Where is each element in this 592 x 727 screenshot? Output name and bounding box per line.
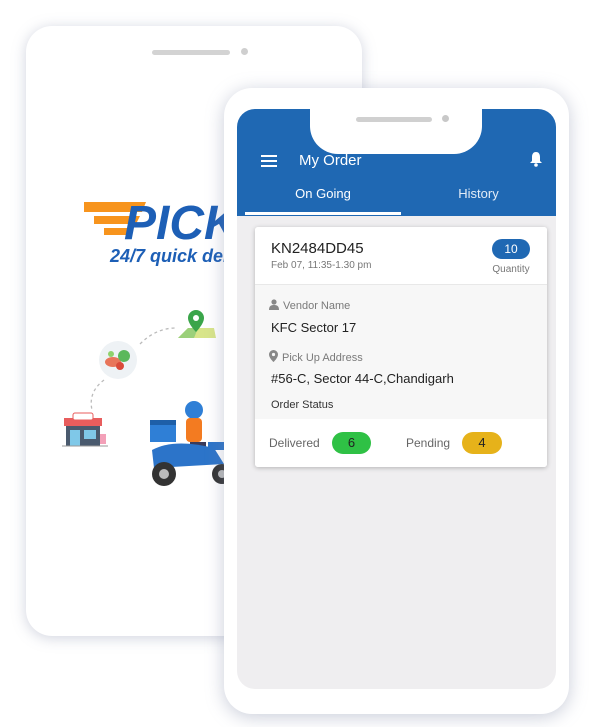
delivery-scooter-illustration — [150, 401, 232, 486]
vendor-label: Vendor Name — [283, 300, 351, 312]
tab-on-going[interactable]: On Going — [245, 186, 401, 201]
pending-label: Pending — [406, 436, 451, 450]
delivered-count-badge: 6 — [332, 432, 371, 454]
notification-bell-icon[interactable] — [529, 151, 543, 167]
fresh-food-icon — [99, 341, 137, 379]
phone-camera — [442, 115, 449, 122]
shop-icon — [62, 412, 108, 447]
order-card[interactable]: KN2484DD45 Feb 07, 11:35-1.30 pm 10 Quan… — [255, 227, 547, 467]
phone-notch — [310, 109, 482, 154]
order-id: KN2484DD45 — [271, 240, 364, 257]
phone-speaker — [356, 117, 432, 122]
pickup-label-row: Pick Up Address — [269, 350, 363, 364]
person-icon — [269, 299, 279, 310]
order-date: Feb 07, 11:35-1.30 pm — [271, 260, 372, 271]
phone-camera — [241, 48, 248, 55]
phone-speaker — [152, 50, 230, 55]
location-pin-icon — [269, 350, 278, 362]
vendor-label-row: Vendor Name — [269, 299, 350, 312]
active-tab-indicator — [245, 212, 401, 215]
pending-count-badge: 4 — [462, 432, 502, 454]
location-pin-icon — [178, 310, 216, 338]
order-status-row: Delivered 6 Pending 4 — [255, 419, 547, 467]
app-showcase: PICK 24/7 quick del My Order On Going Hi… — [0, 0, 592, 727]
page-title: My Order — [299, 152, 362, 169]
vendor-name: KFC Sector 17 — [271, 320, 357, 335]
tagline: 24/7 quick del — [110, 246, 229, 266]
hamburger-menu-icon[interactable] — [261, 155, 277, 167]
quantity-badge: 10 — [492, 239, 530, 259]
route-dash-line — [139, 327, 177, 345]
route-dash-line — [90, 379, 105, 411]
order-status-label: Order Status — [271, 399, 334, 411]
quantity-label: Quantity — [492, 264, 530, 275]
pickup-label: Pick Up Address — [282, 352, 363, 364]
order-card-header: KN2484DD45 Feb 07, 11:35-1.30 pm 10 Quan… — [255, 227, 547, 285]
delivered-label: Delivered — [269, 436, 320, 450]
tab-history[interactable]: History — [401, 186, 556, 201]
order-phone: My Order On Going History KN2484DD45 Feb… — [224, 88, 569, 714]
phone-screen: My Order On Going History KN2484DD45 Feb… — [237, 109, 556, 689]
pickup-address: #56-C, Sector 44-C,Chandigarh — [271, 371, 454, 386]
order-card-details: Vendor Name KFC Sector 17 Pick Up Addres… — [255, 285, 547, 419]
